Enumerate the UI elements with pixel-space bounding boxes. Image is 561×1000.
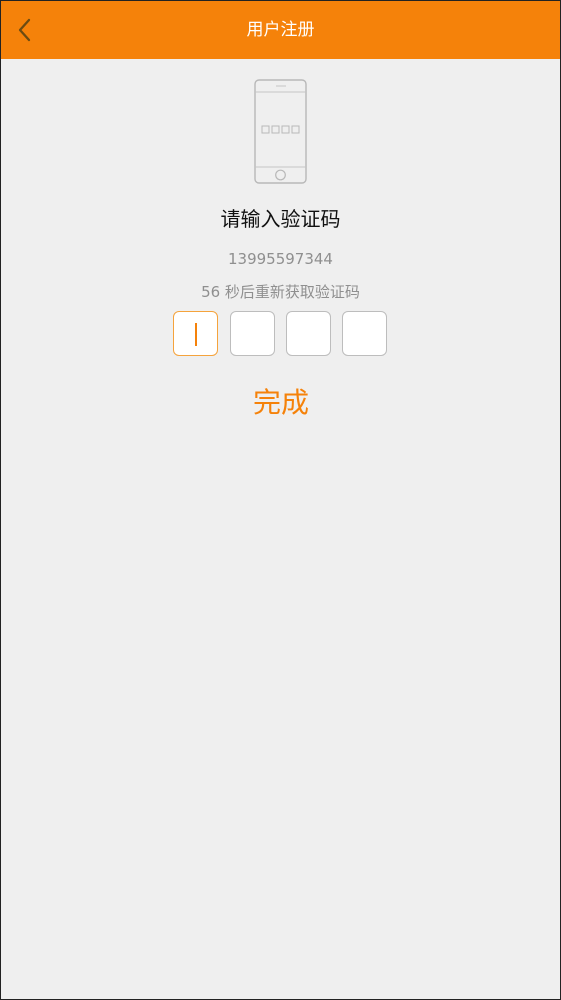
app-screen: 用户注册 请输入验证码 13995597344 56 秒后重新获取验证码 完成 <box>0 0 561 1000</box>
done-button[interactable]: 完成 <box>221 381 341 425</box>
phone-outline-icon <box>254 79 307 184</box>
code-input-box-1[interactable] <box>173 311 218 356</box>
resend-countdown-text: 56 秒后重新获取验证码 <box>201 283 360 301</box>
code-input-box-2[interactable] <box>230 311 275 356</box>
top-bar: 用户注册 <box>1 1 560 59</box>
text-cursor <box>195 323 197 346</box>
verification-code-inputs <box>173 311 389 359</box>
code-input-box-3[interactable] <box>286 311 331 356</box>
verification-heading: 请输入验证码 <box>220 207 341 231</box>
page-title: 用户注册 <box>246 20 315 40</box>
code-input-box-4[interactable] <box>342 311 387 356</box>
phone-number-text: 13995597344 <box>228 250 333 268</box>
